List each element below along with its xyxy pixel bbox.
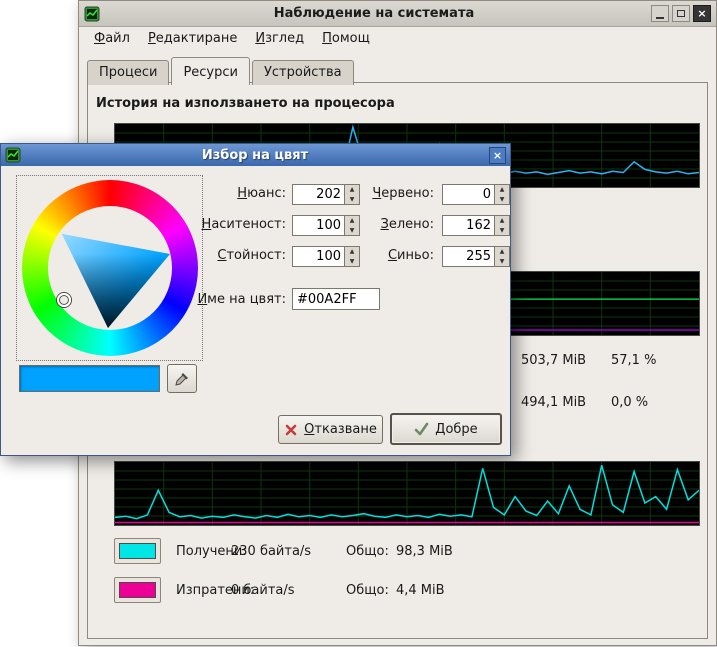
saturation-label: Наситеност:: [181, 215, 286, 235]
menu-edit[interactable]: Редактиране: [139, 27, 246, 50]
ok-button-label: Добре: [435, 422, 477, 437]
color-picker-dialog: Избор на цвят × Нюанс: ▲▼ Наситеност: ▲▼…: [0, 143, 511, 456]
app-icon: [84, 6, 100, 22]
tab-bar: Процеси Ресурси Устройства: [87, 57, 356, 85]
main-titlebar[interactable]: Наблюдение на системата ×: [79, 1, 716, 27]
red-spinbox: ▲▼: [442, 184, 510, 205]
color-wheel[interactable]: [16, 175, 203, 361]
ok-check-icon: [414, 422, 429, 436]
tab-devices[interactable]: Устройства: [252, 60, 354, 85]
green-spin-buttons[interactable]: ▲▼: [495, 215, 510, 236]
hue-spinbox: ▲▼: [292, 184, 360, 205]
maximize-icon: [677, 10, 685, 17]
menu-view[interactable]: Изглед: [246, 27, 313, 50]
received-total: 98,3 MiB: [396, 544, 453, 559]
spin-up-icon[interactable]: ▲: [495, 185, 509, 195]
received-total-label: Общо:: [346, 544, 389, 559]
sent-total: 4,4 MiB: [396, 583, 445, 598]
menu-file[interactable]: Файл: [85, 27, 139, 50]
maximize-button[interactable]: [672, 5, 690, 22]
red-input[interactable]: [442, 184, 495, 205]
window-title: Наблюдение на системата: [100, 6, 648, 21]
color-preview: [19, 365, 160, 392]
green-spinbox: ▲▼: [442, 215, 510, 236]
spin-up-icon[interactable]: ▲: [495, 216, 509, 226]
red-label: Червено:: [354, 184, 434, 204]
blue-input[interactable]: [442, 246, 495, 267]
received-rate: 230 байта/s: [231, 544, 311, 559]
spin-up-icon[interactable]: ▲: [495, 247, 509, 257]
network-history-chart: [114, 461, 700, 526]
eyedropper-icon: [174, 371, 190, 387]
blue-spinbox: ▲▼: [442, 246, 510, 267]
minimize-icon: [656, 17, 664, 19]
color-name-input[interactable]: [292, 288, 380, 310]
hue-input[interactable]: [292, 184, 345, 205]
menu-help[interactable]: Помощ: [313, 27, 379, 50]
tab-resources[interactable]: Ресурси: [171, 57, 250, 85]
desktop: Наблюдение на системата × Файл Редактира…: [0, 0, 717, 647]
sent-color-swatch: [119, 582, 156, 598]
received-color-swatch: [119, 543, 156, 559]
close-button[interactable]: ×: [693, 5, 711, 22]
value-input[interactable]: [292, 246, 345, 267]
saturation-input[interactable]: [292, 215, 345, 236]
green-label: Зелено:: [354, 215, 434, 235]
spin-down-icon[interactable]: ▼: [495, 257, 509, 267]
green-input[interactable]: [442, 215, 495, 236]
dialog-title: Избор на цвят: [21, 148, 489, 163]
tab-processes[interactable]: Процеси: [87, 60, 169, 85]
ok-button[interactable]: Добре: [390, 413, 502, 445]
blue-spin-buttons[interactable]: ▲▼: [495, 246, 510, 267]
color-name-label: Име на цвят:: [181, 290, 286, 310]
eyedropper-button[interactable]: [167, 364, 197, 393]
dialog-app-icon: [5, 147, 21, 163]
sent-rate: 0 байта/s: [231, 583, 295, 598]
hue-label: Нюанс:: [181, 184, 286, 204]
saturation-spinbox: ▲▼: [292, 215, 360, 236]
cancel-button-label: Отказване: [304, 422, 377, 437]
spin-down-icon[interactable]: ▼: [495, 195, 509, 205]
value-label: Стойност:: [181, 246, 286, 266]
memory-percent: 57,1 %: [611, 353, 656, 368]
menubar: Файл Редактиране Изглед Помощ: [85, 27, 379, 50]
sent-color-button[interactable]: [114, 577, 161, 603]
cancel-x-icon: [284, 423, 298, 437]
swap-amount: 494,1 MiB: [521, 395, 586, 410]
color-selector-handle[interactable]: [57, 293, 71, 307]
swap-percent: 0,0 %: [611, 395, 648, 410]
dialog-close-button[interactable]: ×: [489, 147, 506, 164]
sent-total-label: Общо:: [346, 583, 389, 598]
dialog-titlebar[interactable]: Избор на цвят ×: [1, 144, 510, 166]
cpu-history-heading: История на използването на процесора: [96, 96, 395, 111]
minimize-button[interactable]: [651, 5, 669, 22]
blue-label: Синьо:: [354, 246, 434, 266]
received-color-button[interactable]: [114, 538, 161, 564]
red-spin-buttons[interactable]: ▲▼: [495, 184, 510, 205]
cancel-button[interactable]: Отказване: [278, 415, 383, 444]
memory-amount: 503,7 MiB: [521, 353, 586, 368]
value-spinbox: ▲▼: [292, 246, 360, 267]
spin-down-icon[interactable]: ▼: [495, 226, 509, 236]
